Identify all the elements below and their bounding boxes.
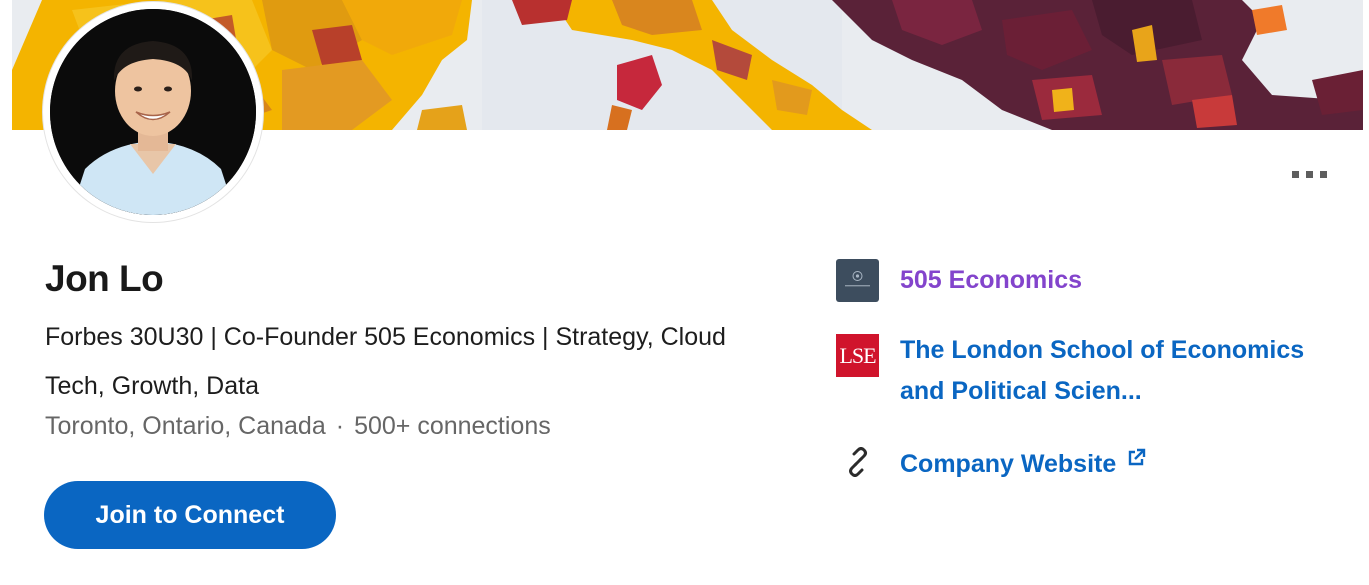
more-options-button[interactable] [1284, 160, 1334, 188]
sidebar-item-company[interactable]: 505 Economics [836, 259, 1082, 302]
profile-name: Jon Lo [45, 258, 164, 299]
profile-connections: 500+ connections [354, 412, 551, 440]
link-icon [836, 440, 879, 483]
sidebar-item-website[interactable]: Company Website [836, 440, 1146, 485]
meta-separator: · [335, 412, 345, 440]
company-website-label: Company Website [900, 450, 1117, 478]
avatar[interactable] [50, 9, 256, 215]
sidebar-item-school[interactable]: LSE The London School of Economics and P… [836, 330, 1330, 412]
company-name-link[interactable]: 505 Economics [900, 259, 1082, 302]
company-website-link[interactable]: Company Website [900, 440, 1146, 485]
profile-location: Toronto, Ontario, Canada [45, 412, 326, 440]
external-link-icon [1126, 440, 1146, 481]
profile-meta: Toronto, Ontario, Canada · 500+ connection… [45, 412, 551, 441]
company-logo [836, 259, 879, 302]
school-logo: LSE [836, 334, 879, 377]
profile-headline: Forbes 30U30 | Co-Founder 505 Economics … [45, 323, 726, 400]
school-name-link[interactable]: The London School of Economics and Polit… [900, 330, 1330, 412]
profile-photo-frame[interactable] [43, 2, 263, 222]
join-to-connect-button[interactable]: Join to Connect [44, 481, 336, 549]
more-horizontal-icon [1291, 170, 1299, 178]
